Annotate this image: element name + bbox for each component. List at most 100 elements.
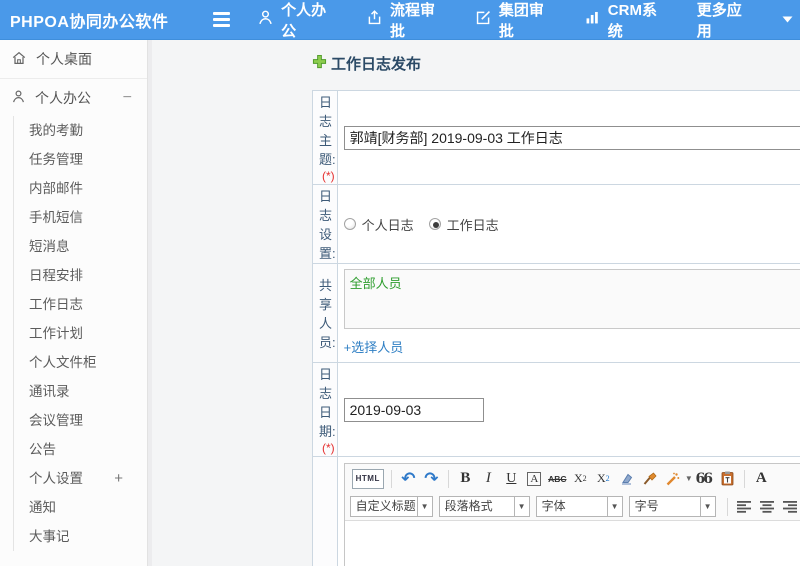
share-members-value: 全部人员 [349,276,402,291]
html-source-button[interactable]: HTML [351,468,384,489]
settings-label: 日志设置: [312,184,338,264]
sidebar-item-meeting-management[interactable]: 会议管理 [14,406,147,435]
sidebar-item-personal-settings[interactable]: 个人设置 + [14,464,147,493]
person-icon [11,89,35,107]
required-mark: (*) [322,169,335,183]
font-family-select[interactable]: 字体 ▼ [535,496,623,517]
sidebar: 个人桌面 个人办公 − 我的考勤 任务管理 内部邮件 手机短信 短消息 日程安排… [0,40,148,566]
nav-more-apps[interactable]: 更多应用 [697,0,800,41]
required-mark: (*) [322,441,335,455]
highlight-button[interactable]: A [525,469,544,489]
editor-content-area[interactable] [344,521,800,566]
align-center-button[interactable] [758,497,777,517]
bold-button[interactable]: B [456,469,475,489]
italic-button[interactable]: I [479,469,498,489]
topbar: PHPOA协同办公软件 个人办公 流程审批 集团审批 CRM系统 更多应用 [0,0,800,40]
table-row: 日志主题:(*) [312,90,800,185]
radio-icon[interactable] [428,218,441,230]
menu-toggle-icon[interactable] [213,12,231,27]
sidebar-item-file-cabinet[interactable]: 个人文件柜 [14,348,147,377]
select-members-link[interactable]: +选择人员 [344,337,404,356]
radio-icon[interactable] [343,218,356,230]
table-row: 共享人员: 全部人员 +选择人员 [312,263,800,363]
person-icon [257,9,281,30]
share-members-box: 全部人员 [343,269,800,329]
subscript-button[interactable]: X2 [594,469,613,489]
sidebar-submenu: 我的考勤 任务管理 内部邮件 手机短信 短消息 日程安排 工作日志 工作计划 个… [13,116,147,551]
autoformat-wand-icon[interactable] [663,469,682,489]
redo-icon[interactable]: ↷ [422,469,441,489]
work-log-form: 日志主题:(*) 日志设置: 个人日志 [312,90,800,566]
home-icon [11,50,36,69]
edit-icon [475,9,499,30]
sidebar-item-internal-mail[interactable]: 内部邮件 [14,174,147,203]
sidebar-group-label: 个人办公 [35,89,91,106]
editor-toolbar-row2: 自定义标题 ▼ 段落格式 ▼ 字体 ▼ 字号 ▼ [344,493,800,521]
superscript-button[interactable]: X2 [571,469,590,489]
nav-personal-office[interactable]: 个人办公 [257,0,339,41]
sidebar-item-attendance[interactable]: 我的考勤 [14,116,147,145]
nav-workflow-approval[interactable]: 流程审批 [366,0,448,41]
editor-toolbar-row1: HTML ↶ ↷ B I U A ABC X2 X 2 ▼ 66 A [344,464,800,493]
caret-down-icon[interactable] [768,16,800,23]
sidebar-item-task-management[interactable]: 任务管理 [14,145,147,174]
subject-input[interactable] [343,125,800,150]
sidebar-item-schedule[interactable]: 日程安排 [14,261,147,290]
nav-label: 集团审批 [498,1,544,40]
sidebar-item-sms[interactable]: 手机短信 [14,203,147,232]
radio-option-work-log[interactable]: 工作日志 [428,215,499,234]
paste-plain-text-icon[interactable] [718,469,737,489]
font-size-select[interactable]: 字号 ▼ [628,496,716,517]
sidebar-group-personal-office[interactable]: 个人办公 − [0,79,147,116]
date-label: 日志日期:(*) [312,362,338,457]
nav-label: 流程审批 [390,1,436,40]
format-painter-icon[interactable] [640,469,659,489]
expand-icon[interactable]: + [114,464,123,493]
table-row: 内容:(*) HTML ↶ ↷ B I [312,456,800,566]
paragraph-format-select[interactable]: 段落格式 ▼ [438,496,530,517]
rich-text-editor: HTML ↶ ↷ B I U A ABC X2 X 2 ▼ 66 A 自定义标题… [343,463,800,566]
chevron-down-icon: ▼ [607,496,623,517]
align-right-button[interactable] [781,497,800,517]
underline-button[interactable]: U [502,469,521,489]
nav-label: 更多应用 [696,1,742,40]
top-nav: 个人办公 流程审批 集团审批 CRM系统 更多应用 [230,0,800,41]
workflow-icon [366,9,390,30]
nav-group-approval[interactable]: 集团审批 [475,0,557,41]
subject-label: 日志主题:(*) [312,90,338,185]
sidebar-item-announcement[interactable]: 公告 [14,435,147,464]
nav-crm-system[interactable]: CRM系统 [584,0,670,41]
share-label: 共享人员: [312,263,338,363]
chevron-down-icon: ▼ [417,496,433,517]
sidebar-item-notice[interactable]: 通知 [14,493,147,522]
blockquote-button[interactable]: 66 [695,469,714,489]
custom-heading-select[interactable]: 自定义标题 ▼ [349,496,433,517]
chevron-down-icon: ▼ [700,496,716,517]
sidebar-item-contacts[interactable]: 通讯录 [14,377,147,406]
app-logo: PHPOA协同办公软件 [10,13,169,31]
sidebar-item-desktop[interactable]: 个人桌面 [0,40,147,78]
strikethrough-button[interactable]: ABC [548,469,567,489]
chevron-down-icon: ▼ [514,496,530,517]
wand-caret-icon[interactable]: ▼ [685,474,693,483]
table-row: 日志日期:(*) [312,362,800,457]
sidebar-item-label: 个人桌面 [36,51,92,67]
collapse-icon[interactable]: − [123,89,132,107]
sidebar-item-work-plan[interactable]: 工作计划 [14,319,147,348]
align-left-button[interactable] [735,497,754,517]
date-input[interactable] [343,397,484,422]
nav-label: 个人办公 [281,1,327,40]
undo-icon[interactable]: ↶ [399,469,418,489]
bar-chart-icon [584,9,608,30]
sidebar-item-memorabilia[interactable]: 大事记 [14,522,147,551]
content-label: 内容:(*) [312,456,338,566]
nav-label: CRM系统 [607,1,657,40]
sidebar-item-work-log[interactable]: 工作日志 [14,290,147,319]
font-color-button[interactable]: A [752,469,771,489]
plus-icon [312,54,331,73]
eraser-icon[interactable] [617,469,636,489]
radio-option-personal-log[interactable]: 个人日志 [343,215,414,234]
page-title: 工作日志发布 [312,53,800,74]
sidebar-item-short-message[interactable]: 短消息 [14,232,147,261]
table-row: 日志设置: 个人日志 工作日志 [312,184,800,264]
